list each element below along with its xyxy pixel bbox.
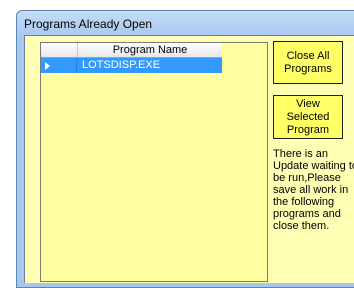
row-pointer-icon bbox=[45, 62, 50, 70]
row-selector[interactable] bbox=[41, 58, 77, 73]
title-bar[interactable]: Programs Already Open bbox=[17, 11, 354, 35]
window-title: Programs Already Open bbox=[24, 17, 153, 31]
program-name-cell[interactable]: LOTSDISP.EXE bbox=[77, 58, 222, 73]
header-row-selector[interactable] bbox=[41, 43, 78, 57]
programs-open-window: Programs Already Open Program Name LOTSD… bbox=[16, 10, 354, 288]
window-client-area: Program Name LOTSDISP.EXE Close All Prog… bbox=[24, 35, 354, 283]
table-row[interactable]: LOTSDISP.EXE bbox=[41, 58, 222, 73]
update-notice-text: There is an Update waiting to be run,Ple… bbox=[273, 148, 354, 232]
close-all-programs-button[interactable]: Close All Programs bbox=[273, 41, 343, 84]
grid-header: Program Name bbox=[41, 43, 222, 58]
column-header-program-name[interactable]: Program Name bbox=[78, 43, 222, 57]
programs-grid[interactable]: Program Name LOTSDISP.EXE bbox=[40, 42, 268, 282]
view-selected-program-button[interactable]: View Selected Program bbox=[273, 95, 343, 139]
